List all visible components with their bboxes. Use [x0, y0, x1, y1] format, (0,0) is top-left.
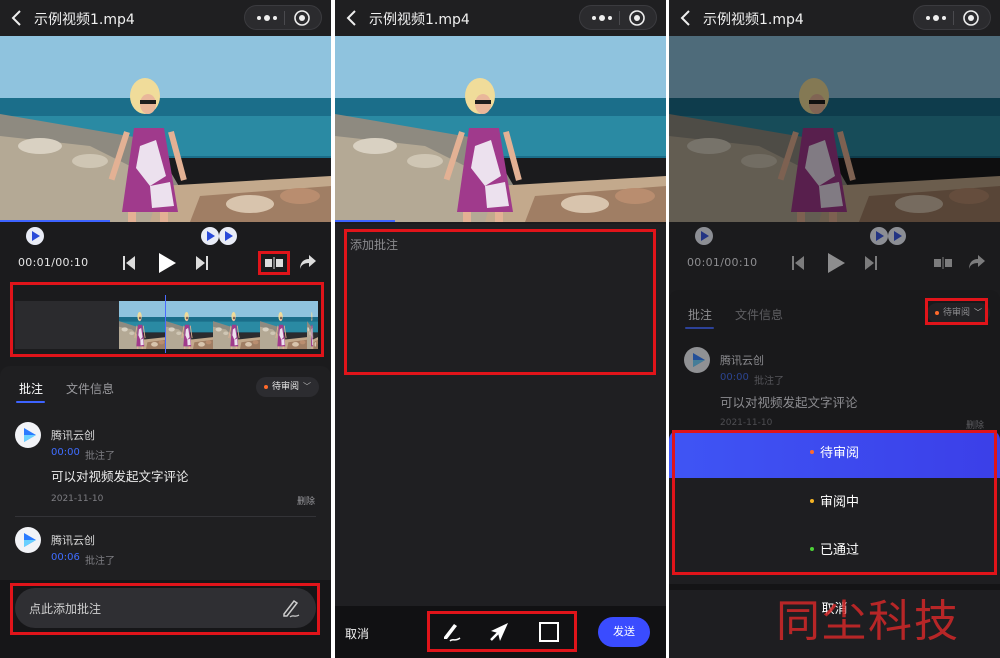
nav-bar: 示例视频1.mp4 — [0, 0, 331, 36]
time-display: 00:01/00:10 — [18, 256, 89, 269]
page-title: 示例视频1.mp4 — [34, 12, 135, 28]
next-frame-icon — [865, 256, 877, 270]
comment-action: 批注了 — [85, 556, 115, 567]
mini-program-capsule — [244, 5, 322, 30]
highlight-box — [427, 611, 577, 652]
previous-frame-icon — [792, 256, 804, 270]
highlight-box — [672, 430, 997, 575]
share-icon[interactable] — [299, 254, 317, 270]
close-miniprogram-icon[interactable] — [628, 9, 646, 27]
comment-author: 腾讯云创 — [720, 354, 764, 367]
comment-marker-icon[interactable] — [219, 227, 237, 245]
comment-author: 腾讯云创 — [51, 429, 95, 442]
highlight-box — [258, 251, 290, 275]
play-icon — [828, 253, 845, 273]
comment-action: 批注了 — [754, 376, 784, 387]
chevron-down-icon: ﹀ — [303, 382, 312, 391]
share-icon — [969, 255, 985, 269]
divider — [15, 516, 316, 517]
video-player — [669, 36, 1000, 222]
mini-program-capsule — [579, 5, 657, 30]
tab-file-info: 文件信息 — [735, 308, 784, 322]
status-label: 待审阅 — [272, 382, 300, 392]
comment-date: 2021-11-10 — [51, 494, 104, 504]
page-title: 示例视频1.mp4 — [703, 12, 804, 28]
send-button[interactable]: 发送 — [598, 617, 650, 647]
capsule-divider — [619, 11, 620, 25]
page-title: 示例视频1.mp4 — [369, 12, 470, 28]
more-icon[interactable] — [922, 10, 950, 26]
tab-file-info[interactable]: 文件信息 — [66, 380, 114, 397]
mini-program-capsule — [913, 5, 991, 30]
active-tab-indicator — [685, 327, 714, 329]
delete-comment-button[interactable]: 删除 — [297, 494, 315, 507]
avatar — [15, 422, 41, 448]
screen-add-annotation: 示例视频1.mp4 添加批注 取消 发送 — [335, 0, 666, 658]
close-miniprogram-icon[interactable] — [293, 9, 311, 27]
nav-bar: 示例视频1.mp4 — [669, 0, 1000, 36]
comment-marker-icon — [870, 227, 888, 245]
comment-timestamp[interactable]: 00:06 — [51, 552, 80, 563]
comment-text: 可以对视频发起文字评论 — [720, 395, 858, 410]
highlight-box — [344, 229, 656, 375]
screen-status-picker: 示例视频1.mp4 00:01/00:10 批注 文件信息 待审阅 ﹀ 腾讯云创 … — [669, 0, 1000, 658]
active-tab-indicator — [16, 401, 45, 403]
highlight-box — [10, 583, 320, 635]
comment-marker-icon[interactable] — [26, 227, 44, 245]
comment-marker-icon — [695, 227, 713, 245]
avatar — [15, 527, 41, 553]
highlight-box — [10, 282, 324, 357]
comment-action: 批注了 — [85, 451, 115, 462]
comment-marker-icon[interactable] — [201, 227, 219, 245]
video-progress — [335, 220, 395, 222]
highlight-box — [925, 298, 988, 325]
comment-date: 2021-11-10 — [720, 418, 773, 428]
watermark: 同尘科技 — [776, 596, 960, 647]
capsule-divider — [284, 11, 285, 25]
video-frame — [0, 36, 331, 222]
play-icon[interactable] — [157, 252, 177, 274]
video-player[interactable] — [335, 36, 666, 222]
comment-timestamp[interactable]: 00:00 — [51, 447, 80, 458]
comment-timestamp: 00:00 — [720, 372, 749, 383]
tab-comments: 批注 — [688, 308, 713, 322]
screen-review-timeline: 示例视频1.mp4 00:01/00:10 批注 文件信息 待审阅 ﹀ 腾讯云创 … — [0, 0, 331, 658]
more-icon[interactable] — [588, 10, 616, 26]
comment-marker-icon — [888, 227, 906, 245]
back-arrow-icon[interactable] — [679, 9, 693, 27]
next-frame-icon[interactable] — [195, 255, 209, 271]
video-frame — [335, 36, 666, 222]
video-player[interactable] — [0, 36, 331, 222]
split-view-icon — [934, 257, 952, 269]
video-progress — [0, 220, 110, 222]
capsule-divider — [953, 11, 954, 25]
tab-comments[interactable]: 批注 — [19, 380, 43, 397]
nav-bar: 示例视频1.mp4 — [335, 0, 666, 36]
avatar — [684, 347, 710, 373]
status-dropdown[interactable]: 待审阅 ﹀ — [256, 377, 320, 397]
back-arrow-icon[interactable] — [10, 9, 24, 27]
back-arrow-icon[interactable] — [345, 9, 359, 27]
comment-author: 腾讯云创 — [51, 534, 95, 547]
cancel-button[interactable]: 取消 — [345, 625, 369, 642]
close-miniprogram-icon[interactable] — [962, 9, 980, 27]
previous-frame-icon[interactable] — [122, 255, 136, 271]
comment-text: 可以对视频发起文字评论 — [51, 469, 189, 484]
time-display: 00:01/00:10 — [687, 256, 758, 269]
more-icon[interactable] — [253, 10, 281, 26]
